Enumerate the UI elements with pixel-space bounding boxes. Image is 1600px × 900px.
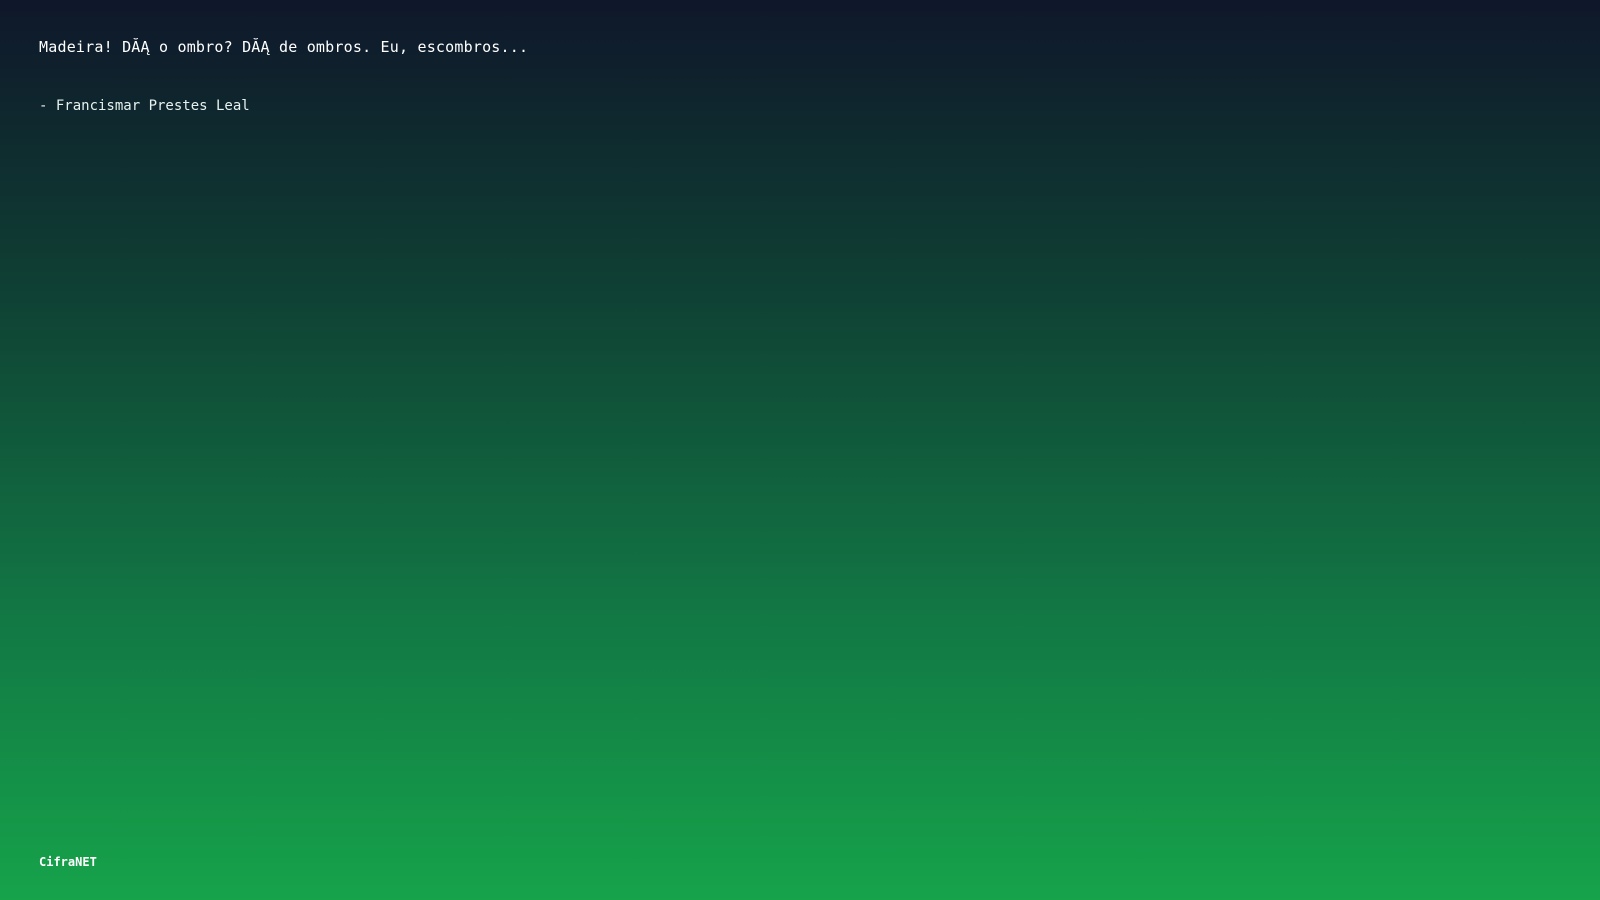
- quote-text: Madeira! DĂĄ o ombro? DĂĄ de ombros. Eu,…: [39, 38, 529, 56]
- quote-block: Madeira! DĂĄ o ombro? DĂĄ de ombros. Eu,…: [39, 36, 1559, 116]
- quote-author: - Francismar Prestes Leal: [39, 98, 250, 114]
- brand-logo-text: CifraNET: [39, 855, 97, 869]
